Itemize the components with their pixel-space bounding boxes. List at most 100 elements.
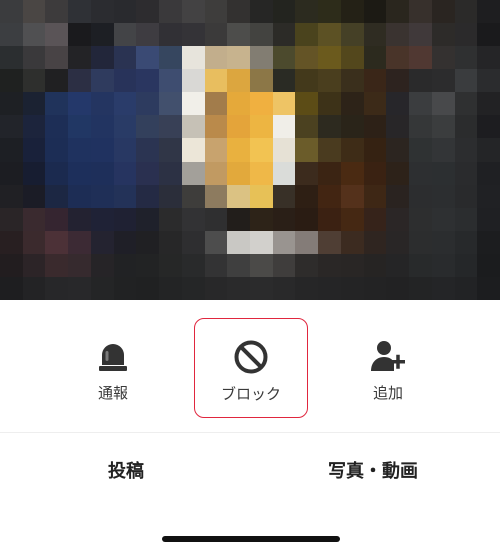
cover-pixel bbox=[295, 69, 319, 93]
cover-pixel bbox=[295, 276, 319, 300]
cover-pixel bbox=[22, 92, 46, 116]
cover-pixel bbox=[68, 138, 91, 162]
profile-cover-image bbox=[0, 0, 500, 300]
cover-pixel bbox=[159, 207, 182, 231]
cover-pixel bbox=[90, 207, 114, 231]
cover-pixel bbox=[159, 276, 182, 300]
cover-pixel bbox=[204, 184, 228, 208]
tab-posts[interactable]: 投稿 bbox=[108, 457, 144, 483]
cover-pixel bbox=[318, 69, 341, 93]
cover-pixel bbox=[249, 92, 273, 116]
cover-pixel bbox=[181, 230, 205, 254]
cover-pixel bbox=[136, 253, 160, 277]
cover-pixel bbox=[431, 46, 455, 70]
cover-pixel bbox=[295, 253, 319, 277]
cover-pixel bbox=[22, 23, 46, 47]
cover-pixel bbox=[227, 138, 250, 162]
cover-pixel bbox=[295, 161, 319, 185]
cover-pixel bbox=[477, 92, 500, 116]
cover-pixel bbox=[272, 207, 296, 231]
cover-pixel bbox=[227, 184, 250, 208]
cover-pixel bbox=[227, 23, 250, 47]
cover-pixel bbox=[45, 46, 69, 70]
cover-pixel bbox=[340, 276, 364, 300]
cover-pixel bbox=[159, 230, 182, 254]
cover-pixel bbox=[113, 276, 137, 300]
cover-pixel bbox=[181, 253, 205, 277]
cover-pixel bbox=[68, 46, 91, 70]
cover-pixel bbox=[318, 23, 341, 47]
cover-pixel bbox=[227, 253, 250, 277]
cover-pixel bbox=[227, 207, 250, 231]
cover-pixel bbox=[477, 46, 500, 70]
cover-pixel bbox=[136, 207, 160, 231]
cover-pixel bbox=[159, 253, 182, 277]
cover-pixel bbox=[431, 184, 455, 208]
cover-pixel bbox=[68, 207, 91, 231]
cover-pixel bbox=[204, 92, 228, 116]
cover-pixel bbox=[340, 184, 364, 208]
tab-photos-videos[interactable]: 写真・動画 bbox=[328, 457, 418, 483]
cover-pixel bbox=[0, 161, 23, 185]
block-button[interactable]: ブロック bbox=[194, 318, 308, 418]
cover-pixel bbox=[431, 253, 455, 277]
add-friend-icon bbox=[371, 341, 405, 371]
cover-pixel bbox=[45, 253, 69, 277]
cover-pixel bbox=[272, 138, 296, 162]
cover-pixel bbox=[272, 253, 296, 277]
cover-pixel bbox=[272, 92, 296, 116]
block-label: ブロック bbox=[220, 385, 281, 403]
cover-pixel bbox=[431, 0, 455, 24]
cover-pixel bbox=[90, 92, 114, 116]
cover-pixel bbox=[45, 0, 69, 24]
cover-pixel bbox=[90, 230, 114, 254]
cover-pixel bbox=[340, 69, 364, 93]
cover-pixel bbox=[386, 23, 410, 47]
cover-pixel bbox=[477, 207, 500, 231]
cover-pixel bbox=[204, 69, 228, 93]
cover-pixel bbox=[454, 46, 478, 70]
add-label: 追加 bbox=[372, 384, 403, 402]
cover-pixel bbox=[22, 115, 46, 139]
cover-pixel bbox=[45, 92, 69, 116]
cover-pixel bbox=[272, 230, 296, 254]
cover-pixel bbox=[477, 115, 500, 139]
cover-pixel bbox=[409, 92, 432, 116]
cover-pixel bbox=[295, 0, 319, 24]
cover-pixel bbox=[249, 230, 273, 254]
cover-pixel bbox=[454, 0, 478, 24]
cover-pixel bbox=[318, 138, 341, 162]
cover-pixel bbox=[159, 23, 182, 47]
cover-pixel bbox=[136, 184, 160, 208]
cover-pixel bbox=[136, 230, 160, 254]
cover-pixel bbox=[159, 69, 182, 93]
cover-pixel bbox=[249, 138, 273, 162]
cover-pixel bbox=[22, 46, 46, 70]
cover-pixel bbox=[113, 92, 137, 116]
cover-pixel bbox=[113, 230, 137, 254]
cover-pixel bbox=[181, 0, 205, 24]
cover-pixel bbox=[204, 0, 228, 24]
cover-pixel bbox=[181, 161, 205, 185]
cover-pixel bbox=[454, 115, 478, 139]
cover-pixel bbox=[204, 207, 228, 231]
home-indicator[interactable] bbox=[162, 536, 340, 542]
cover-pixel bbox=[68, 230, 91, 254]
cover-pixel bbox=[227, 276, 250, 300]
cover-pixel bbox=[181, 23, 205, 47]
cover-pixel bbox=[45, 23, 69, 47]
cover-pixel bbox=[45, 276, 69, 300]
cover-pixel bbox=[318, 161, 341, 185]
cover-pixel bbox=[22, 0, 46, 24]
cover-pixel bbox=[249, 115, 273, 139]
cover-pixel bbox=[22, 253, 46, 277]
cover-pixel bbox=[227, 230, 250, 254]
report-button[interactable]: 通報 bbox=[56, 318, 170, 418]
cover-pixel bbox=[113, 0, 137, 24]
cover-pixel bbox=[227, 161, 250, 185]
add-friend-button[interactable]: 追加 bbox=[331, 318, 445, 418]
cover-pixel bbox=[295, 184, 319, 208]
cover-pixel bbox=[386, 138, 410, 162]
cover-pixel bbox=[318, 276, 341, 300]
cover-pixel bbox=[340, 115, 364, 139]
